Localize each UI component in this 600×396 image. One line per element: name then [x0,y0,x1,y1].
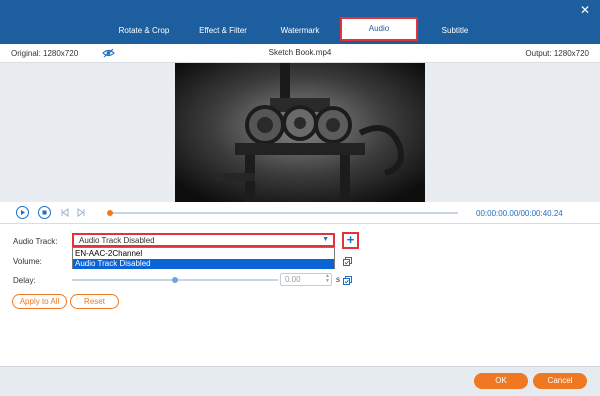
cancel-button[interactable]: Cancel [533,373,587,389]
video-preview [175,63,425,202]
tab-rotate-crop[interactable]: Rotate & Crop [108,22,180,40]
tab-audio[interactable]: Audio [340,17,418,41]
dropdown-option[interactable]: EN-AAC-2Channel [73,249,334,259]
tab-effect-filter[interactable]: Effect & Filter [188,22,258,40]
output-resolution: Output: 1280x720 [525,49,589,58]
audio-track-select[interactable]: Audio Track Disabled ▼ [72,233,335,247]
playback-bar: 00:00:00.00/00:00:40.24 [0,202,600,224]
audio-track-label: Audio Track: [13,237,58,246]
delay-label: Delay: [13,276,36,285]
close-icon[interactable]: ✕ [578,3,592,17]
info-bar: Original: 1280x720 Sketch Book.mp4 Outpu… [0,44,600,63]
ok-button[interactable]: OK [474,373,528,389]
play-button[interactable] [16,206,29,219]
tab-watermark[interactable]: Watermark [270,22,330,40]
dropdown-option-selected[interactable]: Audio Track Disabled [73,259,334,269]
stop-button[interactable] [38,206,51,219]
previous-frame-icon[interactable] [60,208,70,217]
copy-icon[interactable] [343,257,352,266]
play-icon [21,210,25,215]
footer: OK Cancel [0,366,600,396]
time-display: 00:00:00.00/00:00:40.24 [476,209,563,218]
stop-icon [42,210,47,215]
plus-icon: + [346,232,355,247]
reset-button[interactable]: Reset [70,294,119,309]
tab-bar: ✕ Rotate & Crop Effect & Filter Watermar… [0,0,600,44]
chevron-down-icon: ▼ [322,236,329,243]
tab-subtitle[interactable]: Subtitle [430,22,480,40]
delay-slider-handle[interactable] [172,277,178,283]
audio-track-value: Audio Track Disabled [79,236,155,245]
progress-track[interactable] [109,212,458,214]
delay-unit: s [336,275,340,284]
progress-handle[interactable] [107,210,113,216]
file-name: Sketch Book.mp4 [268,48,332,57]
add-audio-track-button[interactable]: + [342,232,359,249]
copy-icon[interactable] [343,276,352,285]
apply-to-all-button[interactable]: Apply to All [12,294,67,309]
audio-track-dropdown: EN-AAC-2Channel Audio Track Disabled [72,247,335,269]
next-frame-icon[interactable] [76,208,86,217]
delay-stepper[interactable]: ▲ ▼ [325,274,330,284]
volume-label: Volume: [13,257,42,266]
